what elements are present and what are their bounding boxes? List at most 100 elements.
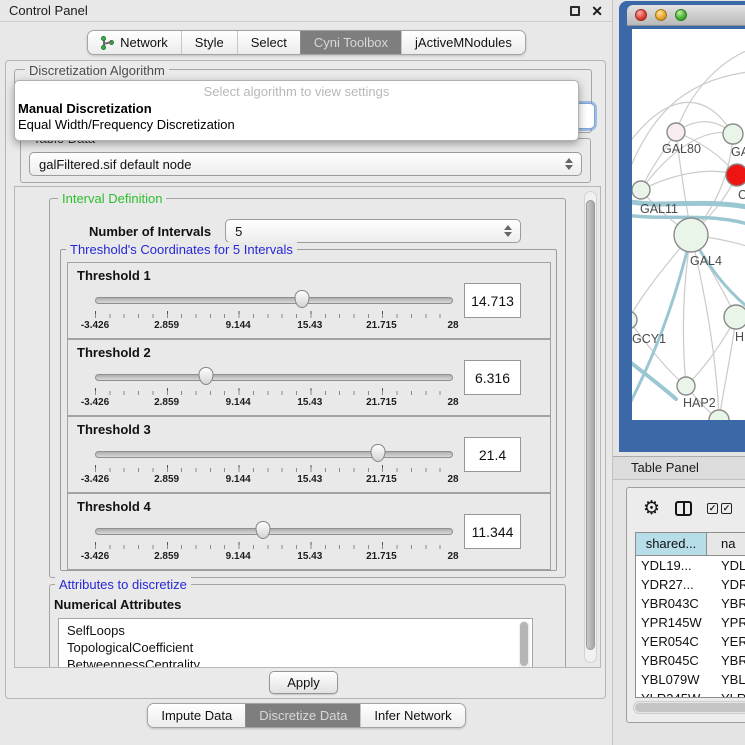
slider-thumb[interactable] (256, 521, 271, 539)
threshold-label: Threshold 1 (77, 268, 151, 283)
control-panel: Control Panel ✕ Network Style Select Cyn… (0, 0, 613, 745)
node-gal4[interactable] (674, 218, 708, 252)
node-label: GAL11 (640, 202, 678, 216)
node-gcy1[interactable] (632, 311, 637, 329)
table-row[interactable]: YBL079W YBL0 (636, 670, 745, 689)
node-hap2[interactable] (677, 377, 695, 395)
mac-close-icon[interactable] (635, 9, 647, 21)
table-row[interactable]: YPR145W YPR1 (636, 613, 745, 632)
slider-thumb[interactable] (198, 367, 213, 385)
tab-cyni-toolbox[interactable]: Cyni Toolbox (300, 31, 401, 54)
thresholds-group-label: Threshold's Coordinates for 5 Intervals (66, 242, 297, 257)
network-graph: GAL80 GA C GAL11 GAL4 GCY1 H HAP2 (632, 29, 745, 420)
slider-minor-ticks (95, 545, 454, 549)
node-red[interactable] (726, 164, 745, 186)
numerical-attributes-header: Numerical Attributes (54, 597, 181, 612)
slider-tick-labels: -3.426 2.859 9.144 15.43 21.715 28 (95, 397, 453, 409)
control-panel-titlebar: Control Panel ✕ (0, 0, 612, 22)
slider-track[interactable] (95, 451, 453, 458)
tab-discretize-data[interactable]: Discretize Data (245, 704, 360, 727)
checkbox-icon[interactable]: ✓ (707, 503, 718, 514)
tab-network[interactable]: Network (88, 31, 181, 54)
algorithm-dropdown-popup: Select algorithm to view settings Manual… (14, 80, 579, 141)
threshold-slider[interactable]: -3.426 2.859 9.144 15.43 21.715 28 (95, 520, 453, 564)
threshold-slider[interactable]: -3.426 2.859 9.144 15.43 21.715 28 (95, 289, 453, 333)
table-horizontal-scrollbar[interactable] (633, 701, 745, 714)
bottom-tabbar: Impute Data Discretize Data Infer Networ… (0, 703, 613, 728)
node-label: GCY1 (632, 332, 666, 346)
node-gal80[interactable] (667, 123, 685, 141)
threshold-value-field[interactable]: 21.4 (464, 437, 521, 472)
threshold-slider[interactable]: -3.426 2.859 9.144 15.43 21.715 28 (95, 443, 453, 487)
algorithm-hint: Select algorithm to view settings (15, 81, 578, 99)
tab-select[interactable]: Select (237, 31, 300, 54)
tab-style[interactable]: Style (181, 31, 237, 54)
gear-icon[interactable]: ⚙ (643, 499, 660, 518)
tab-infer-network[interactable]: Infer Network (360, 704, 464, 727)
interval-definition-group: Interval Definition Number of Intervals … (49, 198, 566, 578)
slider-thumb[interactable] (370, 444, 385, 462)
slider-minor-ticks (95, 468, 454, 472)
close-icon[interactable]: ✕ (591, 4, 603, 18)
threshold-value-field[interactable]: 6.316 (464, 360, 521, 395)
slider-thumb[interactable] (294, 290, 309, 308)
top-tab-segment: Network Style Select Cyni Toolbox jActiv… (87, 30, 526, 55)
table-row[interactable]: YDL19... YDL1 (636, 556, 745, 575)
list-item[interactable]: BetweennessCentrality (59, 656, 532, 668)
settings-scroll-region: Interval Definition Number of Intervals … (14, 186, 601, 668)
slider-tick-labels: -3.426 2.859 9.144 15.43 21.715 28 (95, 551, 453, 563)
table-row[interactable]: YBR045C YBR0 (636, 651, 745, 670)
threshold-panel-1: Threshold 1 -3.426 2.859 9.144 15.43 (67, 262, 551, 339)
network-window-titlebar[interactable] (627, 5, 745, 26)
table-data-combobox[interactable]: galFiltered.sif default node (29, 152, 582, 176)
column-header-shared-name[interactable]: shared... (636, 533, 707, 555)
threshold-value-field[interactable]: 14.713 (464, 283, 521, 318)
node-ga[interactable] (723, 124, 743, 144)
threshold-panel-2: Threshold 2 -3.426 2.859 9.144 15.43 (67, 339, 551, 416)
list-item[interactable]: TopologicalCoefficient (59, 639, 532, 656)
tab-jactivemnodules[interactable]: jActiveMNodules (401, 31, 525, 54)
network-icon (101, 36, 114, 50)
panel-title: Control Panel (9, 3, 88, 18)
table-row[interactable]: YBR043C YBR0 (636, 594, 745, 613)
number-of-intervals-combobox[interactable]: 5 (225, 219, 521, 243)
tab-impute-data[interactable]: Impute Data (148, 704, 245, 727)
mac-minimize-icon[interactable] (655, 9, 667, 21)
network-view-window[interactable]: GAL80 GA C GAL11 GAL4 GCY1 H HAP2 (619, 1, 745, 452)
slider-tick-labels: -3.426 2.859 9.144 15.43 21.715 28 (95, 474, 453, 486)
slider-track[interactable] (95, 528, 453, 535)
network-canvas[interactable]: GAL80 GA C GAL11 GAL4 GCY1 H HAP2 (632, 29, 745, 420)
numerical-attributes-list[interactable]: SelfLoops TopologicalCoefficient Between… (58, 618, 533, 668)
table-data-group: Table Data galFiltered.sif default node (20, 138, 591, 183)
node-h[interactable] (724, 305, 745, 329)
table-row[interactable]: YDR27... YDR2 (636, 575, 745, 594)
top-tabbar: Network Style Select Cyni Toolbox jActiv… (0, 30, 613, 55)
apply-button[interactable]: Apply (269, 671, 338, 694)
threshold-value-field[interactable]: 11.344 (464, 514, 521, 549)
table-panel-titlebar: Table Panel (613, 456, 745, 480)
threshold-panel-4: Threshold 4 -3.426 2.859 9.144 15.43 (67, 493, 551, 570)
mac-zoom-icon[interactable] (675, 9, 687, 21)
node-label: H (735, 330, 744, 344)
node-gal11[interactable] (632, 181, 650, 199)
node-label: HAP2 (683, 396, 716, 410)
algorithm-option-equal-width[interactable]: Equal Width/Frequency Discretization (15, 116, 578, 132)
float-window-icon[interactable] (570, 6, 580, 16)
checkbox-icon[interactable]: ✓ (721, 503, 732, 514)
node-label: GA (731, 145, 745, 159)
table-row[interactable]: YER054C YER0 (636, 632, 745, 651)
node-bottom[interactable] (709, 410, 729, 420)
threshold-slider[interactable]: -3.426 2.859 9.144 15.43 21.715 28 (95, 366, 453, 410)
table-row[interactable]: YLR345W YLR3 (636, 689, 745, 698)
column-layout-icon[interactable] (675, 501, 692, 516)
node-label: C (738, 188, 745, 202)
list-scrollbar[interactable] (519, 621, 530, 668)
column-header-name[interactable]: na (707, 533, 745, 555)
slider-track[interactable] (95, 374, 453, 381)
settings-vertical-scrollbar[interactable] (584, 191, 597, 663)
slider-track[interactable] (95, 297, 453, 304)
select-columns-icons: ✓ ✓ (707, 503, 732, 514)
interval-definition-label: Interval Definition (58, 191, 166, 206)
algorithm-option-manual[interactable]: Manual Discretization (15, 99, 578, 116)
list-item[interactable]: SelfLoops (59, 619, 532, 639)
